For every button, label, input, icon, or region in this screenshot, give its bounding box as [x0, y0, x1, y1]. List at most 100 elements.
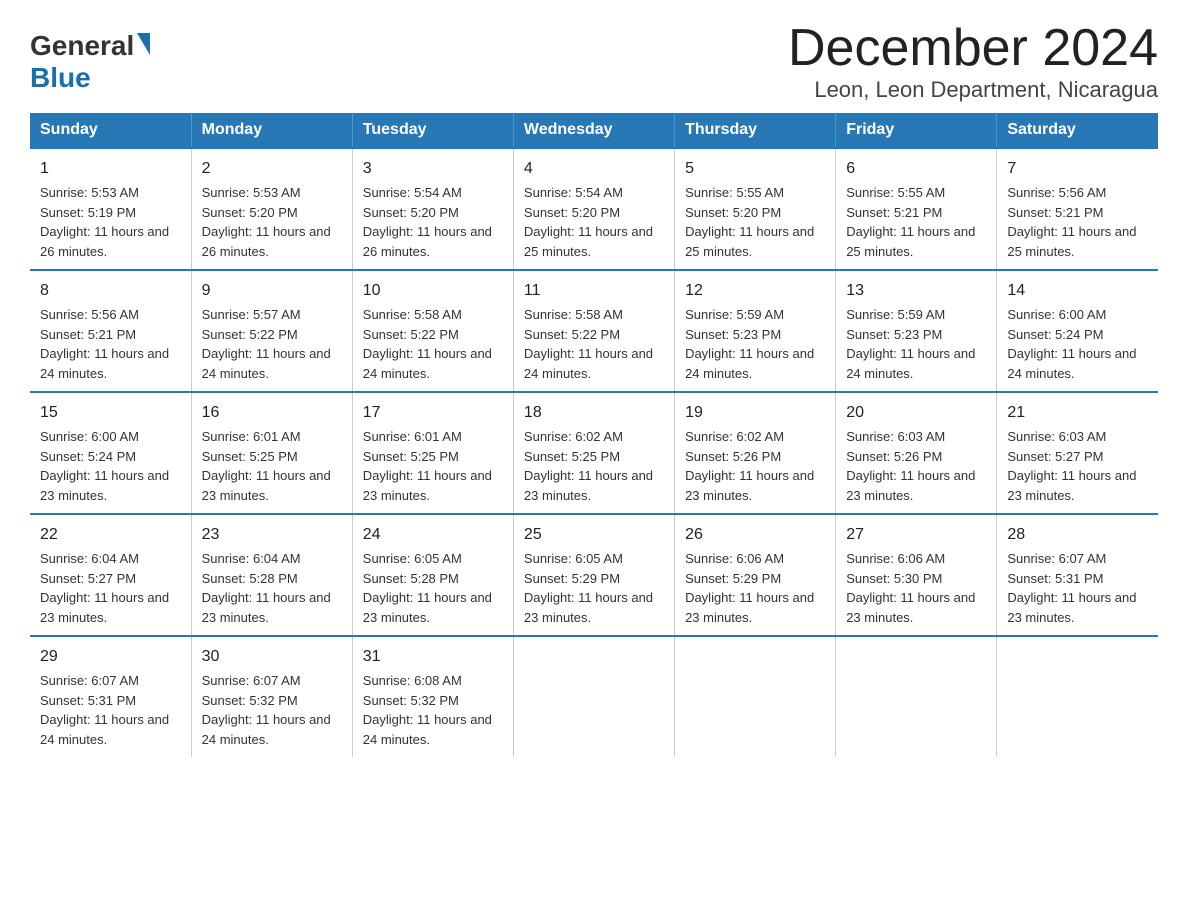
calendar-cell: 20 Sunrise: 6:03 AMSunset: 5:26 PMDayligh…: [836, 392, 997, 514]
col-tuesday: Tuesday: [352, 113, 513, 148]
day-info: Sunrise: 6:04 AMSunset: 5:28 PMDaylight:…: [202, 551, 331, 625]
day-info: Sunrise: 6:00 AMSunset: 5:24 PMDaylight:…: [1007, 307, 1136, 381]
day-number: 29: [40, 645, 181, 669]
calendar-body: 1 Sunrise: 5:53 AMSunset: 5:19 PMDaylight…: [30, 148, 1158, 757]
col-monday: Monday: [191, 113, 352, 148]
day-number: 23: [202, 523, 342, 547]
calendar-cell: 10 Sunrise: 5:58 AMSunset: 5:22 PMDayligh…: [352, 270, 513, 392]
calendar-cell: 18Sunrise: 6:02 AMSunset: 5:25 PMDayligh…: [513, 392, 674, 514]
logo-blue-text: Blue: [30, 62, 150, 94]
day-info: Sunrise: 5:56 AMSunset: 5:21 PMDaylight:…: [1007, 185, 1136, 259]
calendar-cell: [675, 636, 836, 757]
day-info: Sunrise: 6:03 AMSunset: 5:26 PMDaylight:…: [846, 429, 975, 503]
col-saturday: Saturday: [997, 113, 1158, 148]
day-number: 25: [524, 523, 664, 547]
calendar-week-3: 15 Sunrise: 6:00 AMSunset: 5:24 PMDayligh…: [30, 392, 1158, 514]
calendar-cell: 14 Sunrise: 6:00 AMSunset: 5:24 PMDayligh…: [997, 270, 1158, 392]
day-number: 14: [1007, 279, 1148, 303]
col-friday: Friday: [836, 113, 997, 148]
day-info: Sunrise: 5:58 AMSunset: 5:22 PMDaylight:…: [524, 307, 653, 381]
calendar-week-4: 22Sunrise: 6:04 AMSunset: 5:27 PMDayligh…: [30, 514, 1158, 636]
calendar-cell: [836, 636, 997, 757]
day-number: 4: [524, 157, 664, 181]
day-info: Sunrise: 5:55 AMSunset: 5:20 PMDaylight:…: [685, 185, 814, 259]
logo: General Blue: [30, 30, 150, 94]
calendar-cell: 30 Sunrise: 6:07 AMSunset: 5:32 PMDayligh…: [191, 636, 352, 757]
calendar-cell: 19 Sunrise: 6:02 AMSunset: 5:26 PMDayligh…: [675, 392, 836, 514]
day-number: 24: [363, 523, 503, 547]
calendar-cell: 9 Sunrise: 5:57 AMSunset: 5:22 PMDaylight…: [191, 270, 352, 392]
day-number: 19: [685, 401, 825, 425]
calendar-week-5: 29Sunrise: 6:07 AMSunset: 5:31 PMDayligh…: [30, 636, 1158, 757]
day-info: Sunrise: 6:07 AMSunset: 5:32 PMDaylight:…: [202, 673, 331, 747]
day-number: 7: [1007, 157, 1148, 181]
day-number: 12: [685, 279, 825, 303]
calendar-cell: 13Sunrise: 5:59 AMSunset: 5:23 PMDayligh…: [836, 270, 997, 392]
day-number: 5: [685, 157, 825, 181]
col-wednesday: Wednesday: [513, 113, 674, 148]
calendar-cell: 24 Sunrise: 6:05 AMSunset: 5:28 PMDayligh…: [352, 514, 513, 636]
calendar-cell: 31 Sunrise: 6:08 AMSunset: 5:32 PMDayligh…: [352, 636, 513, 757]
day-info: Sunrise: 5:55 AMSunset: 5:21 PMDaylight:…: [846, 185, 975, 259]
day-number: 10: [363, 279, 503, 303]
calendar-cell: [513, 636, 674, 757]
day-number: 20: [846, 401, 986, 425]
calendar-cell: 1 Sunrise: 5:53 AMSunset: 5:19 PMDaylight…: [30, 148, 191, 270]
day-number: 3: [363, 157, 503, 181]
day-number: 17: [363, 401, 503, 425]
day-number: 31: [363, 645, 503, 669]
day-number: 9: [202, 279, 342, 303]
calendar-cell: 12 Sunrise: 5:59 AMSunset: 5:23 PMDayligh…: [675, 270, 836, 392]
day-info: Sunrise: 6:02 AMSunset: 5:26 PMDaylight:…: [685, 429, 814, 503]
day-info: Sunrise: 6:01 AMSunset: 5:25 PMDaylight:…: [202, 429, 331, 503]
calendar-week-1: 1 Sunrise: 5:53 AMSunset: 5:19 PMDaylight…: [30, 148, 1158, 270]
calendar-cell: 15 Sunrise: 6:00 AMSunset: 5:24 PMDayligh…: [30, 392, 191, 514]
day-number: 28: [1007, 523, 1148, 547]
day-info: Sunrise: 5:58 AMSunset: 5:22 PMDaylight:…: [363, 307, 492, 381]
day-number: 18: [524, 401, 664, 425]
day-info: Sunrise: 6:06 AMSunset: 5:29 PMDaylight:…: [685, 551, 814, 625]
day-number: 22: [40, 523, 181, 547]
day-info: Sunrise: 6:00 AMSunset: 5:24 PMDaylight:…: [40, 429, 169, 503]
day-number: 2: [202, 157, 342, 181]
logo-triangle-icon: [137, 33, 150, 55]
calendar-cell: 26 Sunrise: 6:06 AMSunset: 5:29 PMDayligh…: [675, 514, 836, 636]
day-number: 27: [846, 523, 986, 547]
day-info: Sunrise: 6:05 AMSunset: 5:29 PMDaylight:…: [524, 551, 653, 625]
day-info: Sunrise: 6:08 AMSunset: 5:32 PMDaylight:…: [363, 673, 492, 747]
calendar-cell: 27Sunrise: 6:06 AMSunset: 5:30 PMDayligh…: [836, 514, 997, 636]
calendar-cell: [997, 636, 1158, 757]
day-info: Sunrise: 6:05 AMSunset: 5:28 PMDaylight:…: [363, 551, 492, 625]
day-info: Sunrise: 5:54 AMSunset: 5:20 PMDaylight:…: [363, 185, 492, 259]
calendar-cell: 3 Sunrise: 5:54 AMSunset: 5:20 PMDaylight…: [352, 148, 513, 270]
day-number: 30: [202, 645, 342, 669]
day-info: Sunrise: 5:56 AMSunset: 5:21 PMDaylight:…: [40, 307, 169, 381]
day-number: 15: [40, 401, 181, 425]
calendar-cell: 11 Sunrise: 5:58 AMSunset: 5:22 PMDayligh…: [513, 270, 674, 392]
day-number: 13: [846, 279, 986, 303]
calendar-cell: 5 Sunrise: 5:55 AMSunset: 5:20 PMDaylight…: [675, 148, 836, 270]
day-number: 26: [685, 523, 825, 547]
header-row: Sunday Monday Tuesday Wednesday Thursday…: [30, 113, 1158, 148]
logo-general-text: General: [30, 30, 134, 62]
day-info: Sunrise: 5:59 AMSunset: 5:23 PMDaylight:…: [685, 307, 814, 381]
calendar-subtitle: Leon, Leon Department, Nicaragua: [788, 77, 1158, 103]
day-number: 8: [40, 279, 181, 303]
day-info: Sunrise: 5:54 AMSunset: 5:20 PMDaylight:…: [524, 185, 653, 259]
calendar-cell: 2Sunrise: 5:53 AMSunset: 5:20 PMDaylight…: [191, 148, 352, 270]
day-number: 6: [846, 157, 986, 181]
day-number: 16: [202, 401, 342, 425]
calendar-cell: 21Sunrise: 6:03 AMSunset: 5:27 PMDayligh…: [997, 392, 1158, 514]
calendar-cell: 7 Sunrise: 5:56 AMSunset: 5:21 PMDaylight…: [997, 148, 1158, 270]
day-info: Sunrise: 5:57 AMSunset: 5:22 PMDaylight:…: [202, 307, 331, 381]
day-info: Sunrise: 5:53 AMSunset: 5:19 PMDaylight:…: [40, 185, 169, 259]
day-number: 11: [524, 279, 664, 303]
page-header: General Blue December 2024 Leon, Leon De…: [30, 20, 1158, 103]
col-sunday: Sunday: [30, 113, 191, 148]
calendar-cell: 22Sunrise: 6:04 AMSunset: 5:27 PMDayligh…: [30, 514, 191, 636]
calendar-cell: 6 Sunrise: 5:55 AMSunset: 5:21 PMDaylight…: [836, 148, 997, 270]
calendar-cell: 17Sunrise: 6:01 AMSunset: 5:25 PMDayligh…: [352, 392, 513, 514]
day-info: Sunrise: 6:03 AMSunset: 5:27 PMDaylight:…: [1007, 429, 1136, 503]
col-thursday: Thursday: [675, 113, 836, 148]
day-number: 1: [40, 157, 181, 181]
